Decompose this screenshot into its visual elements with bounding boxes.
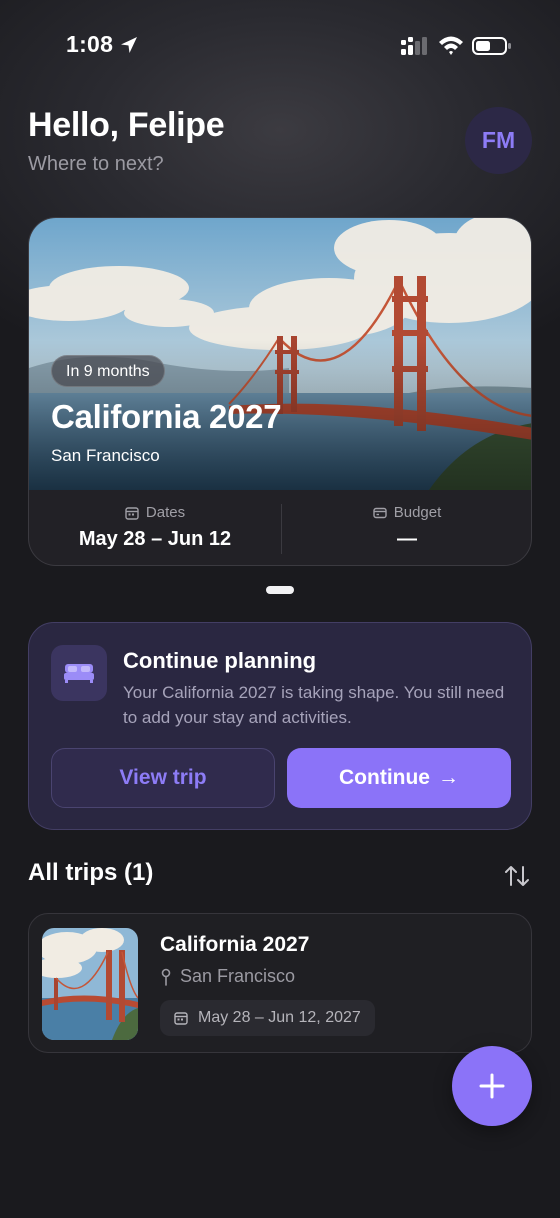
sort-icon[interactable] [503, 863, 531, 889]
trip-location: San Francisco [180, 966, 296, 986]
featured-trip-card[interactable]: In 9 months California 2027 San Francisc… [28, 217, 532, 566]
budget-label: Budget [393, 504, 442, 521]
trip-location-row: San Francisco [160, 966, 295, 987]
status-bar: 1:08 [0, 0, 560, 90]
info-divider [281, 504, 282, 554]
status-time: 1:08 [66, 31, 114, 57]
arrow-right-icon: → [437, 766, 459, 789]
dates-label: Dates [145, 504, 186, 521]
trip-thumbnail-image [42, 928, 138, 1040]
plus-icon [479, 1073, 505, 1099]
hero-trip-title: California 2027 [51, 398, 282, 435]
hero-trip-location: San Francisco [51, 446, 160, 465]
budget-value: — [397, 528, 417, 550]
trip-list-item[interactable]: California 2027 San Francisco May 28 – J… [28, 913, 532, 1053]
calendar-icon [125, 506, 139, 520]
all-trips-title: All trips (1) [28, 859, 154, 886]
add-trip-button[interactable] [452, 1046, 532, 1126]
carousel-page-indicator[interactable] [266, 586, 294, 594]
signal-icon [401, 37, 427, 55]
view-trip-button[interactable]: View trip [51, 748, 275, 808]
planning-title: Continue planning [123, 648, 317, 673]
greeting-title: Hello, Felipe [28, 106, 225, 144]
planning-description: Your California 2027 is taking shape. Yo… [123, 683, 505, 727]
wifi-icon [439, 36, 463, 55]
calendar-icon [174, 1012, 188, 1025]
trip-title: California 2027 [160, 933, 310, 956]
continue-button-label: Continue [339, 766, 430, 789]
continue-planning-card: Continue planning Your California 2027 i… [28, 622, 532, 830]
budget-column: Budget — [281, 490, 531, 565]
bed-tile [51, 645, 107, 701]
trip-countdown-badge: In 9 months [51, 355, 165, 387]
continue-button[interactable]: Continue → [287, 748, 511, 808]
trip-date-chip: May 28 – Jun 12, 2027 [160, 1000, 375, 1036]
avatar[interactable]: FM [465, 107, 532, 174]
trip-dates: May 28 – Jun 12, 2027 [198, 1009, 361, 1026]
greeting-subtitle: Where to next? [28, 153, 164, 175]
dates-value: May 28 – Jun 12 [78, 528, 232, 550]
dates-column: Dates May 28 – Jun 12 [29, 490, 281, 565]
pin-icon [161, 968, 171, 986]
battery-icon [472, 37, 511, 55]
wallet-icon [373, 507, 387, 518]
bed-icon [64, 664, 94, 683]
location-arrow-icon [121, 37, 137, 53]
